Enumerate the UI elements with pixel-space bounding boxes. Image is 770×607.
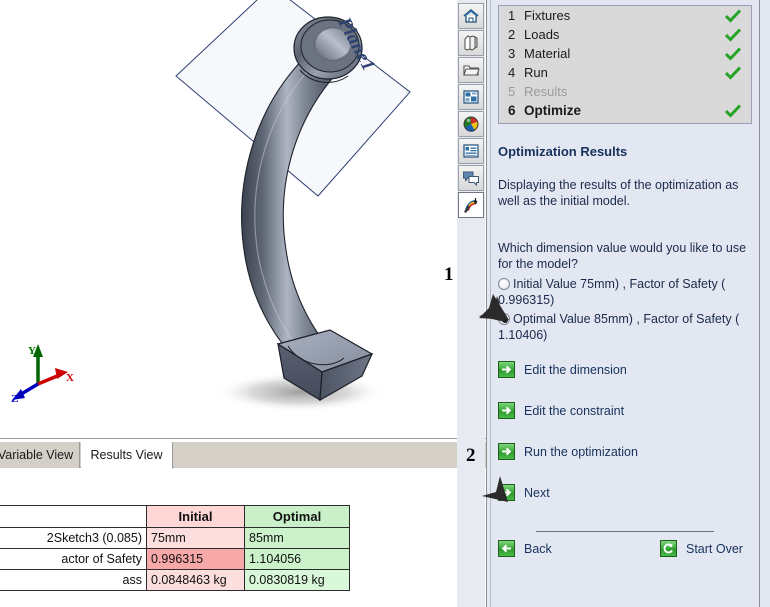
- results-table: Initial Optimal 2Sketch3 (0.085) 75mm 85…: [0, 505, 350, 591]
- cell-mass-optimal: 0.0830819 kg: [244, 569, 350, 591]
- tab-empty: [174, 442, 486, 468]
- design-library-icon[interactable]: [458, 30, 484, 56]
- row-label-factor-of-safety: actor of Safety: [0, 548, 147, 570]
- panel-description: Displaying the results of the optimizati…: [498, 178, 739, 208]
- check-icon: [725, 65, 741, 80]
- back-action[interactable]: Back: [498, 540, 552, 557]
- check-icon: [725, 8, 741, 23]
- action-label: Next: [524, 485, 550, 500]
- action-label: Start Over: [686, 541, 743, 556]
- task-pane-icon-rail: [457, 0, 485, 607]
- check-icon: [725, 46, 741, 61]
- annotation-number-2: 2: [466, 445, 476, 466]
- step-number: 4: [508, 65, 516, 80]
- table-row: actor of Safety 0.996315 1.104056: [0, 548, 350, 570]
- tab-results-view[interactable]: Results View: [81, 442, 173, 469]
- table-header-row: Initial Optimal: [0, 505, 350, 528]
- arrow-left-icon[interactable]: [498, 540, 515, 557]
- cell-dimension-initial: 75mm: [146, 527, 245, 549]
- arrow-right-icon[interactable]: [498, 443, 515, 460]
- cell-dimension-optimal: 85mm: [244, 527, 350, 549]
- check-icon: [725, 27, 741, 42]
- appearances-icon[interactable]: [458, 111, 484, 137]
- check-icon: [725, 103, 741, 118]
- table-row: 2Sketch3 (0.085) 75mm 85mm: [0, 527, 350, 549]
- custom-properties-icon[interactable]: [458, 138, 484, 164]
- design-study-tabstrip: Variable View Results View: [0, 442, 486, 469]
- run-optimization-action[interactable]: Run the optimization: [498, 443, 638, 460]
- table-header-initial: Initial: [146, 505, 245, 528]
- step-item-run[interactable]: 4 Run: [499, 63, 751, 82]
- triad-label-y: Y: [28, 345, 36, 357]
- row-label-mass: ass: [0, 569, 147, 591]
- simulation-icon[interactable]: [458, 192, 484, 218]
- step-label: Material: [524, 46, 571, 61]
- step-number: 1: [508, 8, 516, 23]
- step-item-optimize[interactable]: 6 Optimize: [499, 101, 751, 120]
- cell-fos-initial: 0.996315: [146, 548, 245, 570]
- triad-label-x: X: [66, 372, 74, 384]
- coordinate-triad: [12, 344, 68, 400]
- step-label: Optimize: [524, 103, 582, 118]
- step-item-results: 5 Results: [499, 82, 751, 101]
- triad-label-z: Z: [11, 393, 19, 405]
- step-number: 2: [508, 27, 516, 42]
- page-title: Optimization Results: [498, 144, 628, 159]
- step-label: Results: [524, 84, 568, 99]
- table-row: ass 0.0848463 kg 0.0830819 kg: [0, 569, 350, 591]
- radio-button-icon[interactable]: [498, 278, 510, 290]
- home-icon[interactable]: [458, 3, 484, 29]
- wizard-step-list: 1 Fixtures 2 Loads 3 Material 4 Run 5 Re…: [498, 5, 752, 124]
- cell-fos-optimal: 1.104056: [244, 548, 350, 570]
- step-label: Run: [524, 65, 548, 80]
- action-label: Edit the constraint: [524, 403, 625, 418]
- action-label: Back: [524, 541, 552, 556]
- step-item-material[interactable]: 3 Material: [499, 44, 751, 63]
- radio-button-icon[interactable]: [498, 313, 510, 325]
- step-label: Loads: [524, 27, 560, 42]
- next-action[interactable]: Next: [498, 484, 550, 501]
- footer-divider: [536, 531, 714, 532]
- step-number: 5: [508, 84, 516, 99]
- step-item-loads[interactable]: 2 Loads: [499, 25, 751, 44]
- file-explorer-icon[interactable]: [458, 57, 484, 83]
- design-study-pane: Variable View Results View Initial Optim…: [0, 438, 486, 607]
- panel-splitter-right[interactable]: [759, 0, 770, 607]
- action-label: Edit the dimension: [524, 362, 627, 377]
- view-palette-icon[interactable]: [458, 84, 484, 110]
- solidworks-forum-icon[interactable]: [458, 165, 484, 191]
- table-corner-cell: [0, 505, 147, 528]
- edit-constraint-action[interactable]: Edit the constraint: [498, 402, 624, 419]
- arrow-right-icon[interactable]: [498, 484, 515, 501]
- step-number: 3: [508, 46, 516, 61]
- optimal-value-label: Optimal Value 85mm) , Factor of Safety (…: [498, 312, 740, 342]
- tab-variable-view[interactable]: Variable View: [0, 442, 80, 468]
- row-label-dimension: 2Sketch3 (0.085): [0, 527, 147, 549]
- action-label: Run the optimization: [524, 444, 638, 459]
- annotation-number-1: 1: [444, 264, 454, 285]
- initial-value-label: Initial Value 75mm) , Factor of Safety (…: [498, 277, 726, 307]
- optimal-value-radio[interactable]: Optimal Value 85mm) , Factor of Safety (…: [498, 311, 752, 343]
- panel-question: Which dimension value would you like to …: [498, 241, 747, 271]
- step-label: Fixtures: [524, 8, 571, 23]
- arrow-right-icon[interactable]: [498, 402, 515, 419]
- table-header-optimal: Optimal: [244, 505, 350, 528]
- initial-value-radio[interactable]: Initial Value 75mm) , Factor of Safety (…: [498, 276, 752, 308]
- cell-mass-initial: 0.0848463 kg: [146, 569, 245, 591]
- step-item-fixtures[interactable]: 1 Fixtures: [499, 6, 751, 25]
- arrow-right-icon[interactable]: [498, 361, 515, 378]
- solidworks-window: Plane1 X Y Z Variable View Results View …: [0, 0, 770, 607]
- refresh-icon[interactable]: [660, 540, 677, 557]
- start-over-action[interactable]: Start Over: [660, 540, 743, 557]
- graphics-viewport[interactable]: Plane1 X Y Z: [0, 0, 456, 438]
- simulation-task-panel: 1 Fixtures 2 Loads 3 Material 4 Run 5 Re…: [491, 0, 759, 607]
- edit-dimension-action[interactable]: Edit the dimension: [498, 361, 627, 378]
- step-number: 6: [508, 103, 516, 118]
